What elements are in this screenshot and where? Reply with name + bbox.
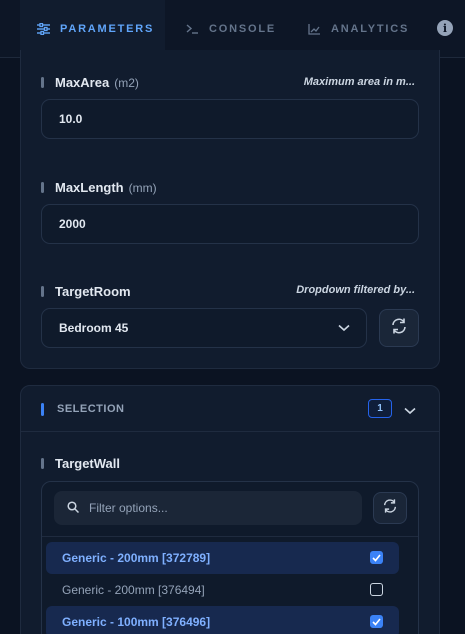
section-marker bbox=[41, 403, 44, 416]
parameters-panel: MaxArea (m2) Maximum area in m... 10.0 M… bbox=[20, 50, 440, 369]
filter-input[interactable]: Filter options... bbox=[54, 491, 362, 525]
selection-panel: SELECTION 1 TargetWall Filter options...… bbox=[20, 385, 440, 634]
max-length-header: MaxLength (mm) bbox=[41, 180, 157, 195]
tab-analytics-label: ANALYTICS bbox=[331, 23, 410, 35]
selection-title: SELECTION bbox=[57, 403, 125, 415]
checkbox[interactable] bbox=[370, 615, 383, 628]
max-area-unit: (m2) bbox=[114, 75, 139, 90]
target-room-label: TargetRoom bbox=[55, 284, 131, 299]
search-icon bbox=[67, 500, 80, 516]
chevron-down-icon[interactable] bbox=[404, 402, 416, 420]
checkbox[interactable] bbox=[370, 551, 383, 564]
max-area-label: MaxArea bbox=[55, 75, 110, 90]
target-room-header: TargetRoom bbox=[41, 284, 131, 299]
list-item[interactable]: Generic - 100mm [376496] bbox=[46, 606, 399, 634]
info-icon[interactable]: i bbox=[437, 20, 453, 36]
field-marker bbox=[41, 77, 44, 88]
refresh-icon bbox=[382, 498, 398, 519]
tab-console-label: CONSOLE bbox=[209, 23, 276, 35]
option-label: Generic - 100mm [376496] bbox=[62, 615, 211, 629]
field-marker bbox=[41, 286, 44, 297]
list-item[interactable]: Generic - 200mm [372789] bbox=[46, 542, 399, 574]
target-room-value: Bedroom 45 bbox=[59, 321, 129, 335]
chevron-down-icon bbox=[338, 321, 350, 335]
max-length-input[interactable]: 2000 bbox=[41, 204, 419, 244]
field-marker bbox=[41, 182, 44, 193]
max-area-input[interactable]: 10.0 bbox=[41, 99, 419, 139]
terminal-icon bbox=[185, 22, 199, 36]
chart-icon bbox=[307, 22, 321, 36]
filter-placeholder: Filter options... bbox=[89, 501, 168, 515]
tab-parameters-label: PARAMETERS bbox=[60, 23, 155, 35]
target-room-select[interactable]: Bedroom 45 bbox=[41, 308, 367, 348]
checkbox[interactable] bbox=[370, 583, 383, 596]
target-room-description: Dropdown filtered by... bbox=[296, 284, 415, 296]
target-wall-label: TargetWall bbox=[55, 456, 121, 471]
field-marker bbox=[41, 458, 44, 469]
options-list: Generic - 200mm [372789] Generic - 200mm… bbox=[42, 536, 418, 634]
max-length-value: 2000 bbox=[59, 217, 86, 231]
max-length-label: MaxLength bbox=[55, 180, 124, 195]
max-area-value: 10.0 bbox=[59, 112, 83, 126]
options-box: Filter options... Generic - 200mm [37278… bbox=[41, 481, 419, 634]
max-area-description: Maximum area in m... bbox=[303, 76, 415, 88]
max-length-unit: (mm) bbox=[128, 180, 157, 195]
selection-count-badge: 1 bbox=[368, 399, 392, 418]
target-wall-header: TargetWall bbox=[41, 456, 120, 471]
option-label: Generic - 200mm [376494] bbox=[62, 583, 205, 597]
selection-header[interactable]: SELECTION 1 bbox=[21, 386, 439, 432]
refresh-room-button[interactable] bbox=[379, 309, 419, 347]
max-area-header: MaxArea (m2) bbox=[41, 75, 139, 90]
list-item[interactable]: Generic - 200mm [376494] bbox=[46, 574, 399, 606]
refresh-options-button[interactable] bbox=[373, 492, 407, 524]
refresh-icon bbox=[390, 317, 408, 340]
option-label: Generic - 200mm [372789] bbox=[62, 551, 211, 565]
sliders-icon bbox=[36, 22, 50, 36]
